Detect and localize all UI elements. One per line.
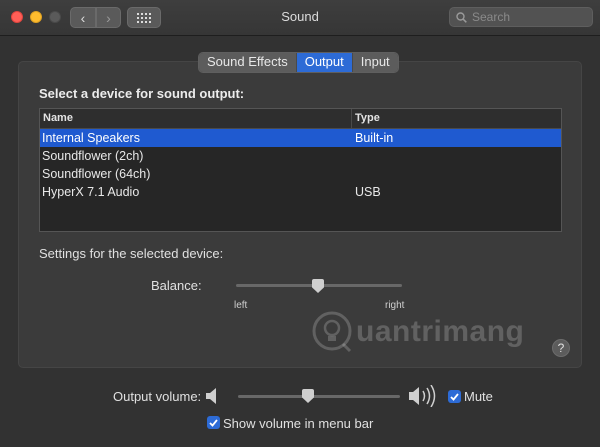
watermark-text: uantrimang (356, 315, 525, 348)
show-volume-menubar-checkbox[interactable] (207, 416, 220, 429)
device-name: Soundflower (2ch) (42, 149, 144, 163)
balance-label: Balance: (151, 278, 202, 293)
watermark-logo: uantrimang (312, 311, 538, 353)
help-button[interactable]: ? (552, 339, 570, 357)
table-header: Name Type (40, 109, 561, 129)
mute-label: Mute (464, 389, 493, 404)
checkmark-icon (450, 392, 459, 401)
device-type (352, 147, 561, 165)
device-type: USB (355, 185, 381, 199)
output-volume-label: Output volume: (113, 389, 202, 404)
device-type (352, 165, 561, 183)
show-volume-menubar-label: Show volume in menu bar (223, 416, 374, 431)
title-bar: ‹ › Sound Search (0, 0, 600, 36)
column-header-name[interactable]: Name (40, 109, 352, 128)
tab-sound-effects[interactable]: Sound Effects (199, 53, 297, 72)
device-table: Name Type Internal Speakers Built-in Sou… (39, 108, 562, 232)
checkmark-icon (209, 418, 218, 427)
table-row[interactable]: Internal Speakers Built-in (40, 129, 561, 147)
speaker-high-icon (409, 385, 436, 407)
volume-slider-track[interactable] (238, 395, 400, 398)
mute-checkbox[interactable] (448, 390, 461, 403)
tab-bar: Sound Effects Output Input (198, 52, 399, 73)
search-icon (456, 11, 467, 23)
column-header-type[interactable]: Type (352, 109, 561, 128)
tab-input[interactable]: Input (352, 53, 398, 72)
search-field[interactable]: Search (449, 7, 593, 27)
device-type: Built-in (355, 131, 394, 145)
table-row[interactable]: Soundflower (64ch) (40, 165, 561, 183)
table-row[interactable]: HyperX 7.1 Audio USB (40, 183, 561, 201)
speaker-low-icon (206, 388, 216, 404)
search-placeholder: Search (472, 10, 511, 24)
balance-left-label: left (234, 300, 248, 311)
settings-label: Settings for the selected device: (39, 246, 224, 261)
table-row[interactable]: Soundflower (2ch) (40, 147, 561, 165)
lightbulb-icon (312, 311, 352, 353)
device-name: HyperX 7.1 Audio (42, 185, 140, 199)
volume-slider-thumb[interactable] (302, 389, 314, 403)
balance-right-label: right (385, 300, 405, 311)
tab-output[interactable]: Output (296, 53, 353, 72)
device-heading: Select a device for sound output: (39, 86, 245, 101)
device-name: Soundflower (64ch) (42, 167, 151, 181)
device-name: Internal Speakers (42, 131, 140, 145)
